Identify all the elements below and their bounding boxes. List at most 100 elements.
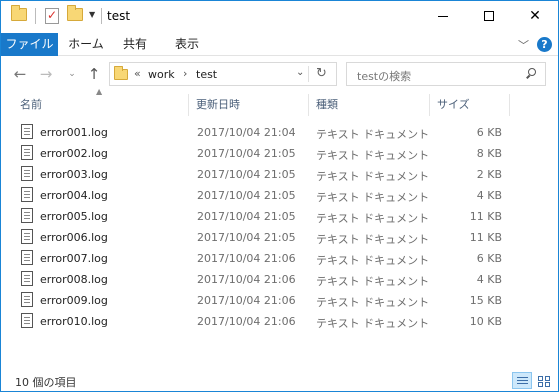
refresh-icon[interactable]: ↻ <box>316 66 327 81</box>
file-type: テキスト ドキュメント <box>316 128 430 141</box>
help-icon[interactable]: ? <box>537 37 552 52</box>
file-row[interactable]: error002.log 2017/10/04 21:05 テキスト ドキュメント 8… <box>1 143 558 164</box>
maximize-button[interactable] <box>466 1 512 31</box>
text-document-icon <box>21 166 33 181</box>
file-name: error006.log <box>40 231 108 244</box>
breadcrumb-work[interactable]: work <box>148 68 175 81</box>
file-modified-date: 2017/10/04 21:04 <box>197 126 296 139</box>
status-bar: 10 個の項目 <box>1 371 558 391</box>
file-type: テキスト ドキュメント <box>316 317 430 330</box>
minimize-icon <box>438 15 448 17</box>
up-arrow-icon[interactable]: ↑ <box>85 63 103 85</box>
file-row[interactable]: error001.log 2017/10/04 21:04 テキスト ドキュメント 6… <box>1 122 558 143</box>
maximize-icon <box>484 11 494 21</box>
explorer-window: ▼ test ✕ ファイル ホーム 共有 表示 ﹀ ? ← → ⌄ ↑ « wo… <box>0 0 559 392</box>
file-type: テキスト ドキュメント <box>316 254 430 267</box>
search-box[interactable]: testの検索 <box>346 62 546 86</box>
column-divider[interactable] <box>308 94 309 116</box>
file-modified-date: 2017/10/04 21:05 <box>197 189 296 202</box>
file-name: error005.log <box>40 210 108 223</box>
file-type: テキスト ドキュメント <box>316 233 430 246</box>
properties-icon[interactable] <box>45 8 59 24</box>
file-type: テキスト ドキュメント <box>316 191 430 204</box>
file-name: error007.log <box>40 252 108 265</box>
minimize-button[interactable] <box>420 1 466 31</box>
divider <box>308 66 309 82</box>
forward-arrow-icon[interactable]: → <box>37 63 55 85</box>
separator <box>35 8 36 24</box>
text-document-icon <box>21 208 33 223</box>
breadcrumb-separator[interactable]: › <box>183 67 187 80</box>
column-divider[interactable] <box>509 94 510 116</box>
column-header-size[interactable]: サイズ <box>431 94 509 116</box>
details-view-button[interactable] <box>512 372 532 389</box>
file-row[interactable]: error008.log 2017/10/04 21:06 テキスト ドキュメント 4… <box>1 269 558 290</box>
file-modified-date: 2017/10/04 21:05 <box>197 231 296 244</box>
file-modified-date: 2017/10/04 21:06 <box>197 273 296 286</box>
file-type: テキスト ドキュメント <box>316 296 430 309</box>
search-input[interactable]: testの検索 <box>357 68 411 84</box>
back-arrow-icon[interactable]: ← <box>11 63 29 85</box>
address-bar[interactable]: « work › test ⌄ ↻ <box>109 62 337 86</box>
customize-toolbar-icon[interactable]: ▼ <box>89 10 95 19</box>
file-size: 11 KB <box>469 231 502 244</box>
file-type: テキスト ドキュメント <box>316 275 430 288</box>
file-modified-date: 2017/10/04 21:06 <box>197 252 296 265</box>
chevron-down-icon[interactable]: ﹀ <box>518 37 529 53</box>
recent-locations-icon[interactable]: ⌄ <box>65 63 79 85</box>
tab-home[interactable]: ホーム <box>61 33 111 56</box>
file-size: 6 KB <box>476 252 502 265</box>
file-name: error008.log <box>40 273 108 286</box>
large-icons-view-button[interactable] <box>534 372 554 389</box>
tab-file[interactable]: ファイル <box>1 33 58 56</box>
file-type: テキスト ドキュメント <box>316 170 430 183</box>
text-document-icon <box>21 145 33 160</box>
file-type: テキスト ドキュメント <box>316 212 430 225</box>
file-row[interactable]: error006.log 2017/10/04 21:05 テキスト ドキュメント 1… <box>1 227 558 248</box>
column-divider[interactable] <box>188 94 189 116</box>
file-size: 2 KB <box>476 168 502 181</box>
file-modified-date: 2017/10/04 21:06 <box>197 294 296 307</box>
close-button[interactable]: ✕ <box>512 1 558 31</box>
text-document-icon <box>21 271 33 286</box>
breadcrumb-test[interactable]: test <box>196 68 217 81</box>
file-name: error010.log <box>40 315 108 328</box>
tab-view[interactable]: 表示 <box>167 33 207 56</box>
file-modified-date: 2017/10/04 21:05 <box>197 147 296 160</box>
file-size: 11 KB <box>469 210 502 223</box>
column-header-name[interactable]: 名前 <box>14 94 188 116</box>
file-row[interactable]: error009.log 2017/10/04 21:06 テキスト ドキュメント 1… <box>1 290 558 311</box>
file-row[interactable]: error003.log 2017/10/04 21:05 テキスト ドキュメント 2… <box>1 164 558 185</box>
breadcrumb-overflow[interactable]: « <box>134 67 141 80</box>
column-divider[interactable] <box>429 94 430 116</box>
file-size: 15 KB <box>469 294 502 307</box>
text-document-icon <box>21 313 33 328</box>
file-size: 4 KB <box>476 189 502 202</box>
file-row[interactable]: error005.log 2017/10/04 21:05 テキスト ドキュメント 1… <box>1 206 558 227</box>
ribbon-tabs: ファイル ホーム 共有 表示 ﹀ ? <box>1 33 558 56</box>
file-row[interactable]: error010.log 2017/10/04 21:06 テキスト ドキュメント 1… <box>1 311 558 332</box>
file-modified-date: 2017/10/04 21:05 <box>197 168 296 181</box>
tab-share[interactable]: 共有 <box>115 33 155 56</box>
column-header-type[interactable]: 種類 <box>310 94 428 116</box>
file-modified-date: 2017/10/04 21:05 <box>197 210 296 223</box>
search-icon[interactable] <box>526 68 537 79</box>
file-size: 4 KB <box>476 273 502 286</box>
column-header-date[interactable]: 更新日時 <box>190 94 307 116</box>
file-row[interactable]: error007.log 2017/10/04 21:06 テキスト ドキュメント 6… <box>1 248 558 269</box>
address-history-icon[interactable]: ⌄ <box>296 67 304 78</box>
new-folder-icon[interactable] <box>67 5 83 21</box>
file-modified-date: 2017/10/04 21:06 <box>197 315 296 328</box>
file-size: 6 KB <box>476 126 502 139</box>
file-row[interactable]: error004.log 2017/10/04 21:05 テキスト ドキュメント 4… <box>1 185 558 206</box>
file-size: 8 KB <box>476 147 502 160</box>
item-count: 10 個の項目 <box>15 376 77 389</box>
file-name: error003.log <box>40 168 108 181</box>
text-document-icon <box>21 229 33 244</box>
title-bar: ▼ test ✕ <box>1 1 558 33</box>
text-document-icon <box>21 250 33 265</box>
file-name: error004.log <box>40 189 108 202</box>
folder-icon[interactable] <box>11 5 27 21</box>
navigation-bar: ← → ⌄ ↑ « work › test ⌄ ↻ testの検索 <box>1 59 558 89</box>
close-icon: ✕ <box>529 8 541 24</box>
